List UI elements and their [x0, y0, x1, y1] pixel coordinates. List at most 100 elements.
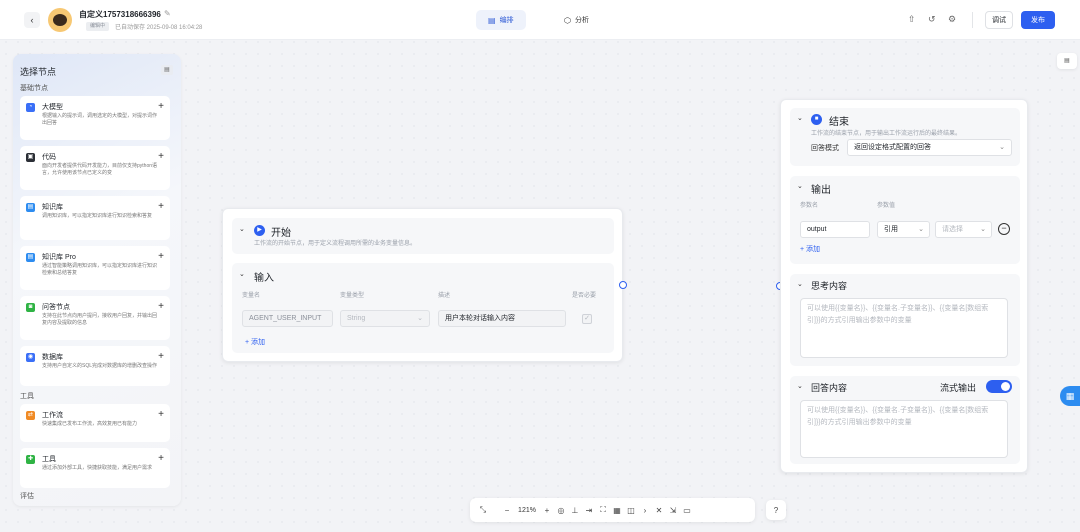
start-header: ⌄ ▶ 开始 工作流的开始节点，用于定义流程调用所需的业务变量信息。 — [232, 218, 614, 254]
import-icon[interactable]: ⇥ — [582, 506, 596, 515]
param-ref-value: 引用 — [884, 226, 898, 233]
answer-content-input[interactable]: 可以使用{{变量名}}、{{变量名.子变量名}}、{{变量名[数组索引]}}的方… — [800, 400, 1008, 458]
section-tools: 工具 — [20, 393, 34, 400]
qa-icon: ◙ — [26, 303, 35, 312]
node-card-workflow[interactable]: ⇄ 工作流 + 快速集成已发布工作流，高效复用已有能力 — [20, 404, 170, 442]
divider — [972, 12, 973, 28]
node-card-code[interactable]: ▣ 代码 + 面向开发者提供代码开发能力，目前仅支持python语言，允许使用该… — [20, 146, 170, 190]
required-checkbox[interactable]: ✓ — [582, 314, 592, 324]
debug-button[interactable]: 调试 — [985, 11, 1013, 29]
chevron-down-icon: ⌄ — [417, 315, 423, 322]
stop-icon: ■ — [811, 114, 822, 125]
add-node-icon[interactable]: + — [158, 151, 164, 162]
database-icon: ◉ — [26, 353, 35, 362]
node-name: 知识库 — [42, 204, 63, 211]
node-desc: 根据输入的提示词，调用选定的大模型，对提示词作出回答 — [42, 113, 158, 126]
zoom-out-button[interactable]: − — [500, 506, 514, 515]
start-node[interactable]: ⌄ ▶ 开始 工作流的开始节点，用于定义流程调用所需的业务变量信息。 ⌄ 输入 … — [222, 208, 623, 362]
right-panel-toggle-icon[interactable]: ▤ — [1057, 53, 1077, 69]
tree-layout-icon[interactable]: ⊥ — [568, 506, 582, 515]
param-value-select[interactable]: 请选择 ⌄ — [935, 221, 992, 238]
note-icon[interactable]: ◫ — [624, 506, 638, 515]
upload-icon[interactable]: ⇧ — [908, 14, 916, 25]
app-avatar — [48, 8, 72, 32]
code-icon: ▣ — [26, 153, 35, 162]
start-output-port[interactable] — [619, 281, 627, 289]
chevron-down-icon[interactable]: ⌄ — [239, 225, 245, 233]
remove-param-icon[interactable]: − — [998, 223, 1010, 235]
history-icon[interactable]: ↺ — [928, 14, 936, 25]
publish-button[interactable]: 发布 — [1021, 11, 1055, 29]
zoom-level[interactable]: 121% — [514, 507, 540, 514]
node-card-knowledge-pro[interactable]: ▤ 知识库 Pro + 通过智能策略调用知识库，可以指定知识库进行知识检索和总结… — [20, 246, 170, 290]
chevron-down-icon[interactable]: ⌄ — [797, 114, 803, 122]
stream-output-toggle[interactable] — [986, 380, 1012, 393]
zoom-in-button[interactable]: + — [540, 506, 554, 515]
var-desc-field[interactable]: 用户本轮对话输入内容 — [438, 310, 566, 327]
add-node-icon[interactable]: + — [158, 409, 164, 420]
back-button[interactable]: ‹ — [24, 12, 40, 28]
add-node-icon[interactable]: + — [158, 301, 164, 312]
var-type-select[interactable]: String ⌄ — [340, 310, 430, 327]
chevron-down-icon[interactable]: ⌄ — [797, 280, 803, 288]
app-name[interactable]: 自定义1757318666396 — [79, 9, 161, 20]
node-desc: 快速集成已发布工作流，高效复用已有能力 — [42, 421, 138, 427]
answer-mode-value: 返回设定格式配置的回答 — [854, 144, 931, 151]
chevron-down-icon[interactable]: ⌄ — [797, 182, 803, 190]
add-node-icon[interactable]: + — [158, 251, 164, 262]
node-card-tool[interactable]: ✚ 工具 + 通过添加外部工具，快捷获取技能，满足用户需求 — [20, 448, 170, 488]
fit-view-icon[interactable]: ⛶ — [596, 505, 610, 515]
add-label: 添加 — [251, 339, 266, 346]
node-name: 工具 — [42, 456, 56, 463]
branch-icon[interactable]: › — [638, 506, 652, 515]
tool-icon: ✚ — [26, 455, 35, 464]
edit-name-icon[interactable]: ✎ — [164, 9, 171, 18]
add-param-button[interactable]: + 添加 — [800, 244, 820, 254]
end-title: 结束 — [829, 117, 849, 128]
node-name: 工作流 — [42, 412, 63, 419]
locate-icon[interactable]: ◎ — [554, 506, 568, 515]
add-variable-button[interactable]: + 添加 — [245, 337, 265, 347]
param-name-field[interactable]: output — [800, 221, 870, 238]
add-node-icon[interactable]: + — [158, 101, 164, 112]
chevron-down-icon[interactable]: ⌄ — [239, 270, 245, 278]
settings-icon[interactable]: ⚙ — [948, 14, 956, 25]
col-param-name: 参数名 — [800, 203, 819, 209]
tab-analysis[interactable]: ⬡ 分析 — [552, 10, 601, 30]
grid-icon[interactable]: ▦ — [610, 506, 624, 515]
help-icon[interactable]: ? — [766, 500, 786, 520]
think-content-input[interactable]: 可以使用{{变量名}}、{{变量名.子变量名}}、{{变量名[数组索引]}}的方… — [800, 298, 1008, 358]
node-card-database[interactable]: ◉ 数据库 + 支持用户自定义的SQL完成对数据库的增删改查操作 — [20, 346, 170, 386]
comment-icon[interactable]: ▭ — [680, 506, 694, 515]
node-sidebar: 选择节点 ▤ 基础节点 ◔ 大模型 + 根据输入的提示词，调用选定的大模型，对提… — [13, 54, 181, 506]
top-bar: ‹ 自定义1757318666396 ✎ 编辑中 已自动保存 2025-09-0… — [0, 0, 1080, 40]
chevron-down-icon: ⌄ — [999, 144, 1005, 151]
add-node-icon[interactable]: + — [158, 453, 164, 464]
collapse-sidebar-icon[interactable]: ▤ — [161, 65, 173, 75]
node-card-llm[interactable]: ◔ 大模型 + 根据输入的提示词，调用选定的大模型，对提示词作出回答 — [20, 96, 170, 140]
end-node[interactable]: ⌄ ■ 结束 工作流的结束节点，用于输出工作流运行后的最终结果。 回答模式 返回… — [780, 99, 1028, 473]
answer-mode-label: 回答模式 — [811, 145, 839, 152]
node-card-qa[interactable]: ◙ 问答节点 + 支持在此节点向用户提问，接收用户回复，并输出回复内容及提取的信… — [20, 296, 170, 340]
add-node-icon[interactable]: + — [158, 201, 164, 212]
start-input-section: ⌄ 输入 变量名 变量类型 描述 是否必要 AGENT_USER_INPUT S… — [232, 263, 614, 353]
answer-mode-select[interactable]: 返回设定格式配置的回答 ⌄ — [847, 139, 1012, 156]
var-name-field[interactable]: AGENT_USER_INPUT — [242, 310, 333, 327]
canvas-toolbar: ⤡ − 121% + ◎ ⊥ ⇥ ⛶ ▦ ◫ › ✕ ⇲ ▭ — [470, 498, 755, 522]
col-desc: 描述 — [438, 293, 451, 299]
tab-orchestrate[interactable]: ▤ 编排 — [476, 10, 526, 30]
param-ref-select[interactable]: 引用 ⌄ — [877, 221, 930, 238]
node-card-knowledge[interactable]: ▤ 知识库 + 调用知识库，可以指定知识库进行知识检索和答复 — [20, 196, 170, 240]
output-title: 输出 — [811, 185, 831, 196]
tab-label: 分析 — [574, 17, 589, 24]
add-node-icon[interactable]: + — [158, 351, 164, 362]
tab-label: 编排 — [499, 17, 514, 24]
pointer-icon[interactable]: ⤡ — [476, 505, 490, 515]
connector-icon[interactable]: ✕ — [652, 506, 666, 515]
assistant-float-icon[interactable]: ▦ — [1060, 386, 1080, 406]
chevron-down-icon[interactable]: ⌄ — [797, 382, 803, 390]
export-icon[interactable]: ⇲ — [666, 506, 680, 515]
section-basic-nodes: 基础节点 — [20, 85, 48, 92]
input-title: 输入 — [254, 273, 274, 284]
var-type-value: String — [347, 315, 366, 322]
